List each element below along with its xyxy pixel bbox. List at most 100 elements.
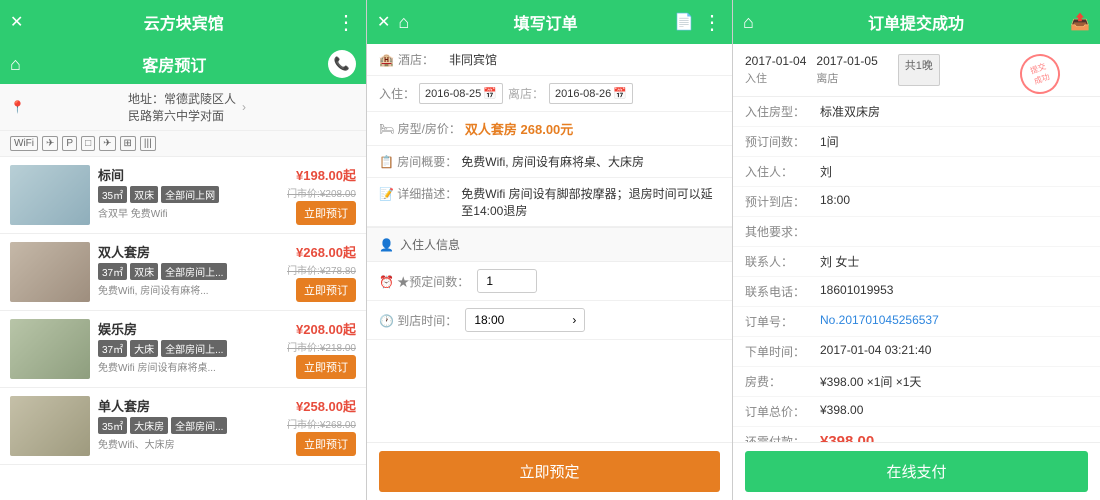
p2-title: 填写订单	[417, 10, 674, 34]
rooms-label-text: ★预定间数：	[397, 275, 469, 289]
order-detail-row: 其他要求：	[733, 217, 1100, 247]
room-image	[10, 165, 90, 225]
room-item: 单人套房35㎡大床房全部房间...免费Wifi、大床房¥258.00起门市价:¥…	[0, 388, 366, 465]
close-icon[interactable]: ✕	[10, 12, 23, 32]
order-row-value: 刘 女士	[820, 253, 1088, 270]
nights-badge: 共1晚	[898, 54, 940, 86]
checkin-date-label: 2017-01-04	[745, 54, 806, 68]
arrive-label: 🕐 到店时间：	[379, 312, 457, 329]
p2-home-icon[interactable]: ⌂	[398, 12, 409, 33]
phone-button[interactable]: 📞	[328, 50, 356, 78]
sub-title: 客房预订	[142, 52, 206, 76]
room-desc: 免费Wifi、大床房	[98, 436, 268, 451]
p3-home-icon[interactable]: ⌂	[743, 12, 754, 33]
pay-button[interactable]: 在线支付	[745, 451, 1088, 492]
checkin-date-value: 2016-08-25	[425, 88, 481, 100]
room-detail-row: 📝 详细描述： 免费Wifi 房间设有脚部按摩器；退房时间可以延至14:00退房	[367, 178, 732, 227]
room-desc: 免费Wifi, 房间设有麻将...	[98, 282, 268, 297]
order-row-label: 订单号：	[745, 313, 820, 330]
panel3-header: ⌂ 订单提交成功 📤	[733, 0, 1100, 44]
room-detail-value: 免费Wifi 房间设有脚部按摩器；退房时间可以延至14:00退房	[461, 185, 720, 219]
checkout-date-input[interactable]: 2016-08-26 📅	[549, 83, 633, 104]
order-row-value: ¥398.00 ×1间 ×1天	[820, 373, 1088, 390]
order-row-value: 1间	[820, 133, 1088, 150]
order-row-label: 联系电话：	[745, 283, 820, 300]
submit-button[interactable]: 立即预定	[379, 451, 720, 492]
checkin-date-input[interactable]: 2016-08-25 📅	[419, 83, 503, 104]
submit-area: 立即预定	[367, 442, 732, 500]
amenities-bar: WiFi ✈ P □ ✈ ⊞ |||	[0, 131, 366, 157]
order-row-value	[820, 223, 1088, 240]
room-tag: 大床房	[130, 417, 168, 434]
rooms-input[interactable]	[477, 269, 537, 293]
room-item: 双人套房37㎡双床全部房间上...免费Wifi, 房间设有麻将...¥268.0…	[0, 234, 366, 311]
address-text: 地址：常德武陵区人民路第六中学对面	[128, 90, 242, 124]
p2-more-icon[interactable]: ⋮	[702, 10, 722, 35]
room-summary-label: 📋 房间概要：	[379, 153, 457, 170]
room-price: ¥268.00起	[296, 242, 356, 261]
room-name: 单人套房	[98, 396, 268, 415]
order-row-value: 18:00	[820, 193, 1088, 210]
book-button[interactable]: 立即预订	[296, 432, 356, 456]
room-tag: 全部间上网	[161, 186, 219, 203]
order-detail-row: 入住人：刘	[733, 157, 1100, 187]
order-row-label: 预订间数：	[745, 133, 820, 150]
order-success-content: 提交成功 2017-01-04 入住 2017-01-05 离店 共1晚 入住房…	[733, 44, 1100, 500]
room-list: 标间35㎡双床全部间上网含双早 免费Wifi¥198.00起门市价:¥208.0…	[0, 157, 366, 500]
order-row-label: 房费：	[745, 373, 820, 390]
rooms-count-row: ⏰ ★预定间数：	[367, 262, 732, 301]
arrive-time-select[interactable]: 18:00 ›	[465, 308, 585, 332]
phone-icon: 📞	[334, 56, 350, 72]
room-name: 娱乐房	[98, 319, 268, 338]
room-tag: 37㎡	[98, 263, 127, 280]
order-row-label: 预计到店：	[745, 193, 820, 210]
room-name: 双人套房	[98, 242, 268, 261]
checkin-label: 入住	[745, 70, 806, 86]
hotel-icon: 🏨	[379, 53, 394, 67]
shuttle-icon: ✈	[99, 136, 115, 151]
order-row-label: 联系人：	[745, 253, 820, 270]
book-button[interactable]: 立即预订	[296, 201, 356, 225]
order-row-label: 入住人：	[745, 163, 820, 180]
order-row-label: 订单总价：	[745, 403, 820, 420]
address-bar[interactable]: 📍 地址：常德武陵区人民路第六中学对面 ›	[0, 84, 366, 131]
more-icon[interactable]: ⋮	[336, 10, 356, 35]
tv-icon: □	[81, 136, 95, 151]
panel-order-form: ✕ ⌂ 填写订单 📄 ⋮ 🏨 酒店： 非同宾馆 入住： 2016-08-25 📅…	[366, 0, 732, 500]
order-row-value: No.201701045256537	[820, 313, 1088, 330]
detail-icon: 📝	[379, 187, 394, 201]
room-orig-price: 门市价:¥208.00	[287, 185, 356, 200]
p3-title: 订单提交成功	[762, 10, 1070, 34]
checkout-label: 离店	[816, 70, 877, 86]
p3-upload-icon: 📤	[1070, 12, 1090, 32]
book-button[interactable]: 立即预订	[296, 278, 356, 302]
room-item: 标间35㎡双床全部间上网含双早 免费Wifi¥198.00起门市价:¥208.0…	[0, 157, 366, 234]
order-row-label: 入住房型：	[745, 103, 820, 120]
room-summary-value: 免费Wifi, 房间设有麻将桌、大床房	[461, 153, 720, 170]
order-detail-row: 入住房型：标准双床房	[733, 97, 1100, 127]
p2-doc-icon: 📄	[674, 12, 694, 32]
parking-icon: P	[62, 136, 77, 151]
checkin-date-item: 2017-01-04 入住	[745, 54, 806, 86]
checkout-date-label: 2017-01-05	[816, 54, 877, 68]
summary-icon: 📋	[379, 155, 394, 169]
panel1-header: ✕ 云方块宾馆 ⋮	[0, 0, 366, 44]
room-image	[10, 242, 90, 302]
room-tag: 大床	[130, 340, 158, 357]
room-price: ¥208.00起	[296, 319, 356, 338]
guest-info-section: 👤 入住人信息	[367, 227, 732, 262]
home-icon[interactable]: ⌂	[10, 54, 21, 75]
book-button[interactable]: 立即预订	[296, 355, 356, 379]
p2-close-icon[interactable]: ✕	[377, 12, 390, 32]
order-detail-row: 联系电话：18601019953	[733, 277, 1100, 307]
panel-hotel-list: ✕ 云方块宾馆 ⋮ ⌂ 客房预订 📞 📍 地址：常德武陵区人民路第六中学对面 ›…	[0, 0, 366, 500]
room-tag: 全部房间...	[171, 417, 227, 434]
hotel-name-row: 🏨 酒店： 非同宾馆	[367, 44, 732, 76]
order-row-label: 下单时间：	[745, 343, 820, 360]
panel-order-success: ⌂ 订单提交成功 📤 提交成功 2017-01-04 入住 2017-01-05…	[732, 0, 1100, 500]
star-icon: ⏰	[379, 275, 394, 289]
order-detail-row: 房费：¥398.00 ×1间 ×1天	[733, 367, 1100, 397]
calendar1-icon: 📅	[483, 87, 497, 100]
order-detail-row: 预计到店：18:00	[733, 187, 1100, 217]
panel2-header: ✕ ⌂ 填写订单 📄 ⋮	[367, 0, 732, 44]
